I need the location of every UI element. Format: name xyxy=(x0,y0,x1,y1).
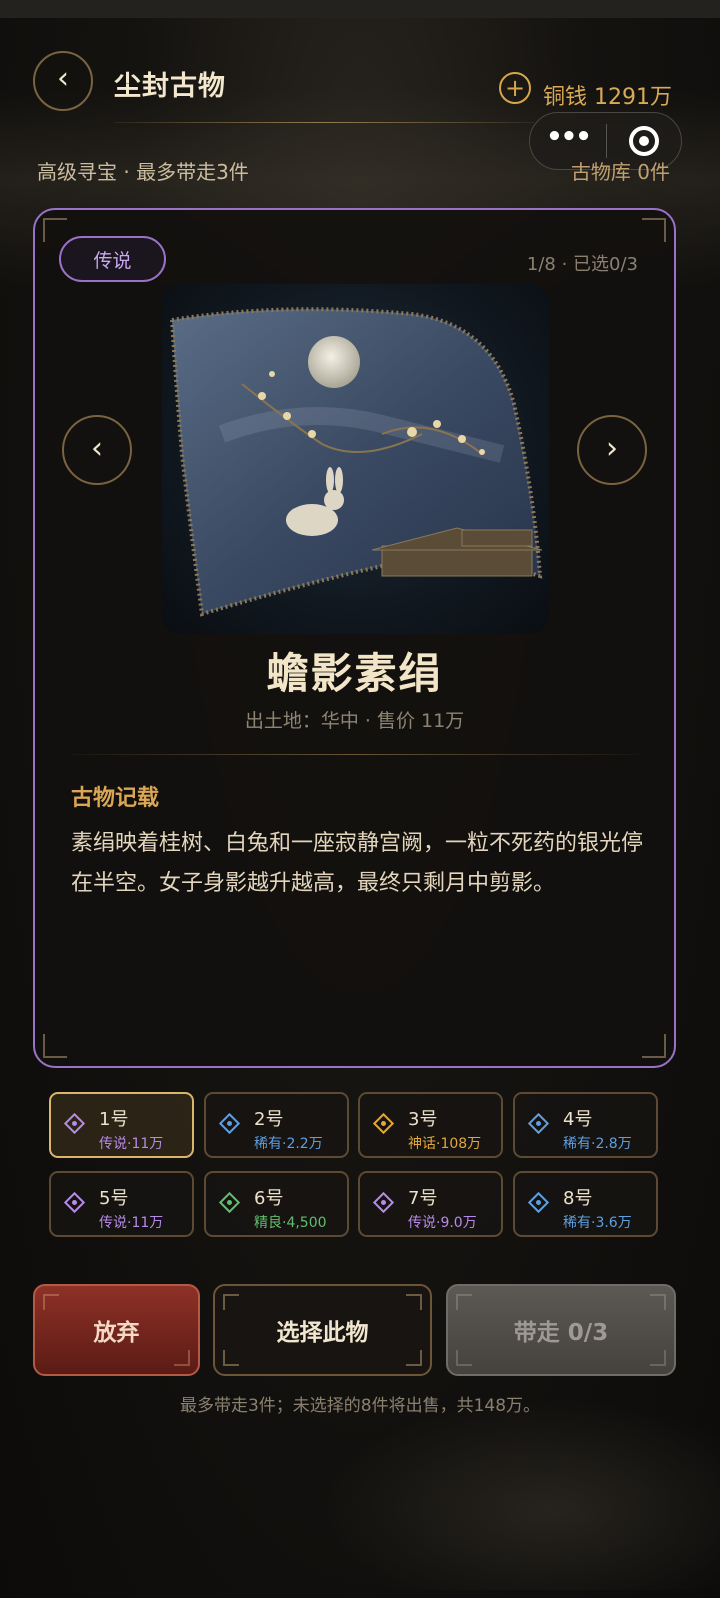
artifact-card: 传说 1/8 · 已选0/3 ‹ › 蟾影素绢 出土地：华中 · 售价 11万 … xyxy=(33,208,676,1068)
target-icon xyxy=(629,126,659,156)
card-corner-ornament xyxy=(642,218,666,242)
diamond-icon xyxy=(372,1112,395,1135)
item-slot-tag: 稀有·3.6万 xyxy=(563,1215,632,1231)
button-corner-ornament xyxy=(406,1294,422,1310)
item-slot-number: 8号 xyxy=(563,1188,593,1209)
more-menu-button[interactable]: ••• xyxy=(530,122,606,152)
item-name: 蟾影素绢 xyxy=(266,649,443,698)
diamond-icon xyxy=(372,1191,395,1214)
close-miniprogram-button[interactable] xyxy=(607,126,681,156)
currency-balance: 铜钱 1291万 xyxy=(543,85,672,110)
item-slot[interactable]: 2号 稀有·2.2万 xyxy=(204,1092,349,1158)
artifact-image xyxy=(162,284,549,634)
item-slot-tag: 精良·4,500 xyxy=(254,1215,327,1231)
item-slot-tag: 传说·11万 xyxy=(99,1215,164,1231)
previous-item-button[interactable]: ‹ xyxy=(62,415,132,485)
diamond-icon xyxy=(527,1191,550,1214)
item-slot-number: 2号 xyxy=(254,1109,284,1130)
button-corner-ornament xyxy=(223,1350,239,1366)
diamond-icon xyxy=(218,1191,241,1214)
button-corner-ornament xyxy=(406,1350,422,1366)
record-title: 古物记载 xyxy=(71,786,160,811)
item-slot[interactable]: 5号 传说·11万 xyxy=(49,1171,194,1237)
button-corner-ornament xyxy=(456,1294,472,1310)
silk-cloth-illustration xyxy=(169,307,543,617)
item-slot[interactable]: 6号 精良·4,500 xyxy=(204,1171,349,1237)
footer-note: 最多带走3件；未选择的8件将出售，共148万。 xyxy=(179,1396,541,1416)
item-slot-number: 7号 xyxy=(408,1188,438,1209)
item-slot-number: 6号 xyxy=(254,1188,284,1209)
card-corner-ornament xyxy=(43,218,67,242)
select-item-button-label: 选择此物 xyxy=(276,1320,369,1346)
select-item-button[interactable]: 选择此物 xyxy=(213,1284,432,1376)
item-slot[interactable]: 7号 传说·9.0万 xyxy=(358,1171,503,1237)
item-meta: 出土地：华中 · 售价 11万 xyxy=(244,710,465,732)
chevron-left-icon: ‹ xyxy=(91,430,103,466)
item-slot-number: 3号 xyxy=(408,1109,438,1130)
item-slot[interactable]: 8号 稀有·3.6万 xyxy=(513,1171,658,1237)
status-strip xyxy=(0,0,720,18)
card-corner-ornament xyxy=(43,1034,67,1058)
button-corner-ornament xyxy=(43,1294,59,1310)
rarity-badge: 传说 xyxy=(59,236,166,282)
diamond-icon xyxy=(63,1191,86,1214)
item-slot-tag: 稀有·2.8万 xyxy=(563,1136,632,1152)
diamond-icon xyxy=(63,1112,86,1135)
diamond-icon xyxy=(218,1112,241,1135)
item-counter: 1/8 · 已选0/3 xyxy=(526,254,638,275)
next-item-button[interactable]: › xyxy=(577,415,647,485)
card-divider xyxy=(71,754,638,755)
take-away-button[interactable]: 带走 0/3 xyxy=(446,1284,676,1376)
chevron-left-icon: ‹ xyxy=(57,61,69,96)
record-text: 素绢映着桂树、白兔和一座寂静宫阙，一粒不死药的银光停在半空。女子身影越升越高，最… xyxy=(71,831,644,896)
abandon-button-label: 放弃 xyxy=(93,1320,140,1346)
take-away-button-label: 带走 0/3 xyxy=(513,1320,609,1346)
button-corner-ornament xyxy=(456,1350,472,1366)
vault-count[interactable]: 古物库 0件 xyxy=(571,156,670,185)
card-corner-ornament xyxy=(642,1034,666,1058)
hunt-mode-subtitle: 高级寻宝 · 最多带走3件 xyxy=(37,160,249,184)
back-button[interactable]: ‹ xyxy=(33,51,93,111)
button-corner-ornament xyxy=(650,1350,666,1366)
item-slot[interactable]: 1号 传说·11万 xyxy=(49,1092,194,1158)
button-corner-ornament xyxy=(223,1294,239,1310)
background-clouds xyxy=(300,1390,720,1590)
item-slot-number: 1号 xyxy=(99,1109,129,1130)
button-corner-ornament xyxy=(650,1294,666,1310)
item-slot[interactable]: 4号 稀有·2.8万 xyxy=(513,1092,658,1158)
more-dots-icon: ••• xyxy=(546,122,592,152)
add-currency-button[interactable]: + xyxy=(499,72,531,104)
button-corner-ornament xyxy=(174,1350,190,1366)
title-divider xyxy=(114,122,534,123)
item-slot[interactable]: 3号 神话·108万 xyxy=(358,1092,503,1158)
plus-icon: + xyxy=(504,74,526,102)
item-slot-tag: 传说·9.0万 xyxy=(408,1215,477,1231)
abandon-button[interactable]: 放弃 xyxy=(33,1284,200,1376)
item-slot-number: 4号 xyxy=(563,1109,593,1130)
diamond-icon xyxy=(527,1112,550,1135)
item-slot-number: 5号 xyxy=(99,1188,129,1209)
chevron-right-icon: › xyxy=(606,430,618,466)
item-slot-tag: 神话·108万 xyxy=(408,1136,482,1152)
item-slot-tag: 传说·11万 xyxy=(99,1136,164,1152)
page-title: 尘封古物 xyxy=(114,71,226,102)
item-slot-tag: 稀有·2.2万 xyxy=(254,1136,323,1152)
